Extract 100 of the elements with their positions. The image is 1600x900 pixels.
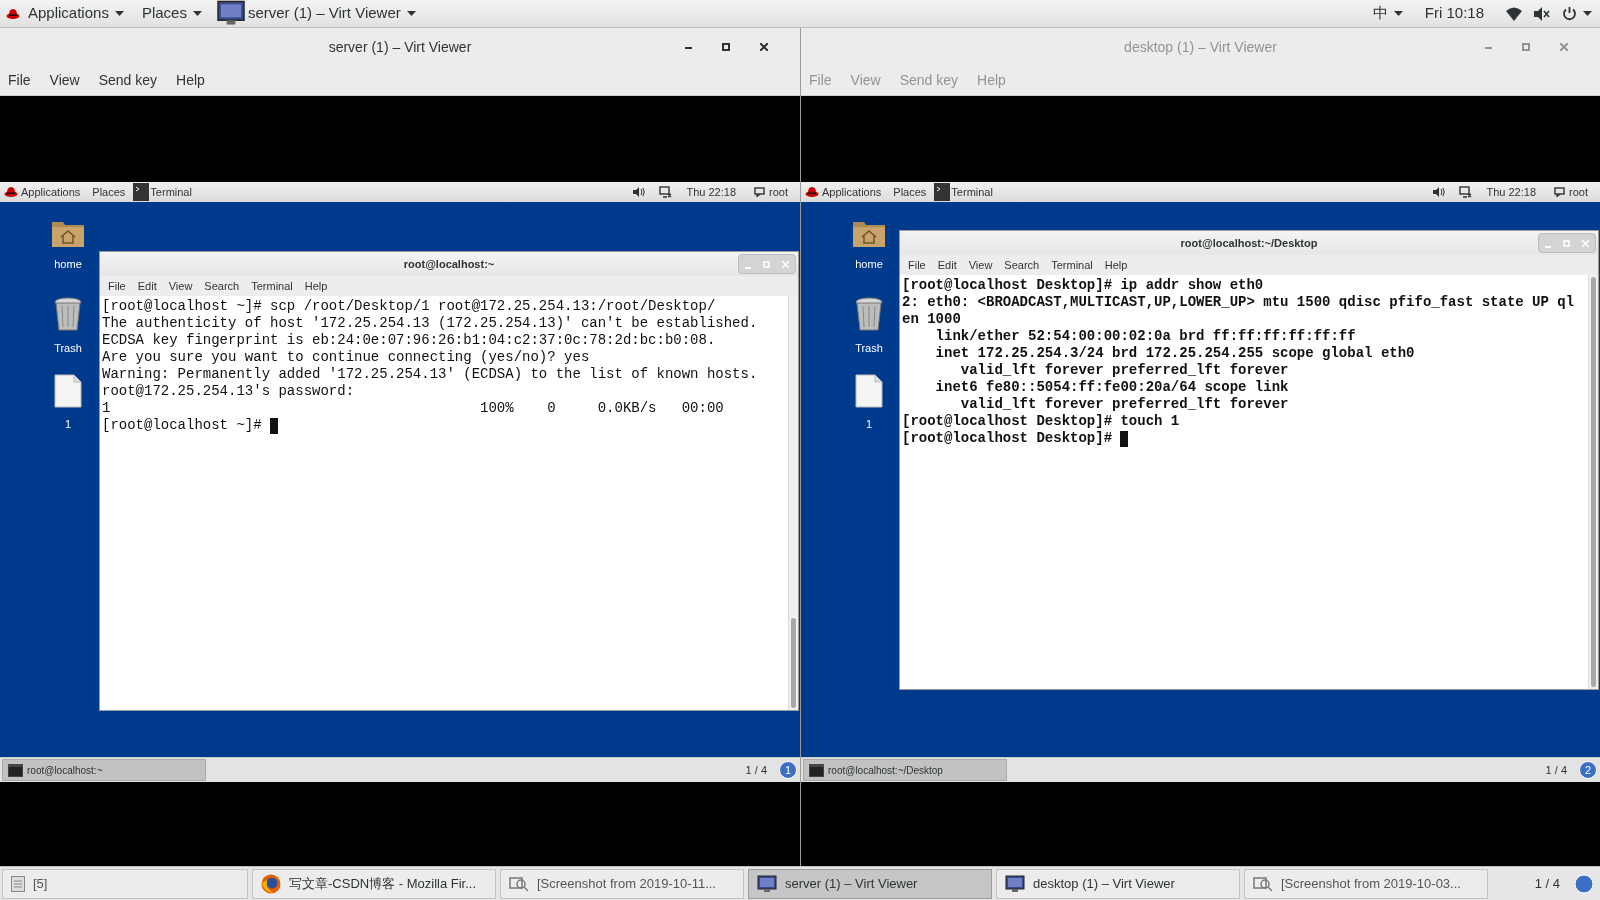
terminal-line: [root@localhost Desktop]# touch 1 xyxy=(902,413,1180,430)
desktop-icon-label[interactable]: Trash xyxy=(855,340,883,357)
terminal-icon xyxy=(809,763,824,777)
menu-item[interactable]: Edit xyxy=(937,256,957,274)
workspace-indicator[interactable]: 1 / 4 xyxy=(745,761,767,779)
task-button[interactable]: root@localhost:~/Desktop xyxy=(803,759,1007,781)
window-list-icon xyxy=(11,875,25,892)
close-icon[interactable] xyxy=(760,43,768,51)
network-icon[interactable] xyxy=(1459,186,1473,198)
caret-icon xyxy=(192,10,202,17)
task-button[interactable]: root@localhost:~ xyxy=(2,759,206,781)
wifi-icon[interactable] xyxy=(1506,6,1522,21)
workspace-indicator[interactable]: 1 / 4 xyxy=(1545,761,1567,779)
menu-item[interactable]: Search xyxy=(1004,256,1040,274)
message-badge[interactable]: 1 xyxy=(779,761,797,779)
menu-item[interactable]: File xyxy=(908,256,926,274)
clock[interactable]: Thu 22:18 xyxy=(1486,183,1537,201)
terminal-line: [root@localhost ~]# xyxy=(102,417,262,434)
message-badge[interactable]: 2 xyxy=(1579,761,1597,779)
volume-icon[interactable] xyxy=(1534,6,1550,21)
user-menu[interactable]: root xyxy=(1569,183,1588,201)
menu-item[interactable]: File xyxy=(8,70,31,91)
terminal-icon xyxy=(133,183,150,201)
terminal-line: The authenticity of host '172.25.254.13 (172.25.254.13)' can't be established. xyxy=(102,315,758,332)
terminal-line: [root@localhost ~]# scp /root/Desktop/1 root@172.25.254.13:/root/Desktop/ xyxy=(102,298,716,315)
caret-icon xyxy=(406,10,416,17)
taskbar-item[interactable]: server (1) – Virt Viewer xyxy=(748,868,992,899)
clock[interactable]: Fri 10:18 xyxy=(1424,2,1484,25)
desktop-icon-label[interactable]: Trash xyxy=(54,340,82,357)
terminal-line: inet 172.25.254.3/24 brd 172.25.254.255 scope global eth0 xyxy=(934,345,1415,362)
terminal-icon xyxy=(934,183,951,201)
menu-item[interactable]: Search xyxy=(204,277,240,295)
file-icon[interactable] xyxy=(855,374,883,408)
trash-icon[interactable] xyxy=(53,296,83,332)
desktop-icon-label[interactable]: home xyxy=(855,256,883,273)
applications-menu[interactable]: Applications xyxy=(21,183,81,201)
applications-menu[interactable]: Applications xyxy=(822,183,882,201)
scrollbar[interactable] xyxy=(1588,275,1598,689)
terminal-line: link/ether 52:54:00:00:02:0a brd ff:ff:ff:ff:ff:ff xyxy=(934,328,1356,345)
menu-item[interactable]: View xyxy=(49,70,80,91)
caret-icon xyxy=(114,10,124,17)
window-menu[interactable]: Terminal xyxy=(951,183,993,201)
places-menu[interactable]: Places xyxy=(141,2,202,25)
window-list-menu[interactable]: server (1) – Virt Viewer xyxy=(247,2,416,25)
input-method-menu[interactable]: 中 xyxy=(1372,2,1403,25)
window-title: desktop (1) – Virt Viewer xyxy=(1124,37,1277,57)
user-menu[interactable]: root xyxy=(769,183,788,201)
hat-icon xyxy=(4,186,18,198)
browser-icon xyxy=(261,873,281,894)
monitor-icon xyxy=(215,0,246,26)
terminal-line: Are you sure you want to continue connecting (yes/no)? yes xyxy=(102,349,590,366)
trash-icon[interactable] xyxy=(854,296,884,332)
terminal-title: root@localhost:~/Desktop xyxy=(1180,235,1318,251)
monitor-icon xyxy=(1005,874,1025,893)
desktop-icon-label[interactable]: home xyxy=(54,256,82,273)
hat-icon xyxy=(805,186,819,198)
terminal-line: 2: eth0: <BROADCAST,MULTICAST,UP,LOWER_UP> mtu 1500 qdisc pfifo_fast state UP ql xyxy=(902,294,1575,311)
menu-item[interactable]: Terminal xyxy=(251,277,293,295)
menu-item[interactable]: View xyxy=(968,256,993,274)
places-menu[interactable]: Places xyxy=(92,183,126,201)
monitor-icon xyxy=(757,874,777,893)
volume-icon[interactable] xyxy=(1433,187,1446,197)
terminal-icon xyxy=(8,763,23,777)
applications-menu[interactable]: Applications xyxy=(28,2,124,25)
terminal-line: ECDSA key fingerprint is eb:24:0e:07:96:26:b1:04:c2:37:0c:78:2d:bc:b0:08. xyxy=(102,332,716,349)
taskbar-item[interactable]: [5] xyxy=(2,868,248,899)
menu-item[interactable]: Terminal xyxy=(1051,256,1093,274)
file-icon[interactable] xyxy=(54,374,82,408)
taskbar-item[interactable]: [Screenshot from 2019-10-03... xyxy=(1244,868,1488,899)
taskbar-item[interactable]: 写文章-CSDN博客 - Mozilla Fir... xyxy=(252,868,496,899)
hat-icon xyxy=(6,7,20,20)
menu-item[interactable]: Help xyxy=(1104,256,1128,274)
network-icon[interactable] xyxy=(659,186,673,198)
menu-item[interactable]: Help xyxy=(304,277,328,295)
caret-icon xyxy=(1393,10,1403,17)
menu-item[interactable]: Help xyxy=(176,70,205,91)
magnifier-icon xyxy=(1253,874,1273,893)
power-icon[interactable] xyxy=(1562,6,1577,21)
workspace-indicator[interactable]: 1 / 4 xyxy=(1534,873,1560,894)
places-menu[interactable]: Places xyxy=(893,183,927,201)
message-tray-icon[interactable] xyxy=(1574,873,1594,894)
menu-item[interactable]: Send key xyxy=(98,70,158,91)
terminal-line: 1 100% 0 0.0KB/s 00:00 xyxy=(102,400,724,417)
scrollbar[interactable] xyxy=(788,296,798,710)
desktop-icon-label[interactable]: 1 xyxy=(865,416,873,433)
caret-icon xyxy=(1583,10,1592,17)
maximize-icon[interactable] xyxy=(722,43,730,51)
terminal-line: root@172.25.254.13's password: xyxy=(102,383,355,400)
magnifier-icon xyxy=(509,874,529,893)
cursor xyxy=(269,417,278,434)
volume-icon[interactable] xyxy=(633,187,646,197)
terminal-line: [root@localhost Desktop]# ip addr show eth0 xyxy=(902,277,1264,294)
clock[interactable]: Thu 22:18 xyxy=(686,183,737,201)
taskbar-item[interactable]: desktop (1) – Virt Viewer xyxy=(996,868,1240,899)
window-menu[interactable]: Terminal xyxy=(150,183,192,201)
desktop-icon-label[interactable]: 1 xyxy=(64,416,72,433)
menu-item[interactable]: Edit xyxy=(137,277,157,295)
menu-item[interactable]: File xyxy=(108,277,126,295)
menu-item[interactable]: View xyxy=(168,277,193,295)
taskbar-item[interactable]: [Screenshot from 2019-10-11... xyxy=(500,868,744,899)
